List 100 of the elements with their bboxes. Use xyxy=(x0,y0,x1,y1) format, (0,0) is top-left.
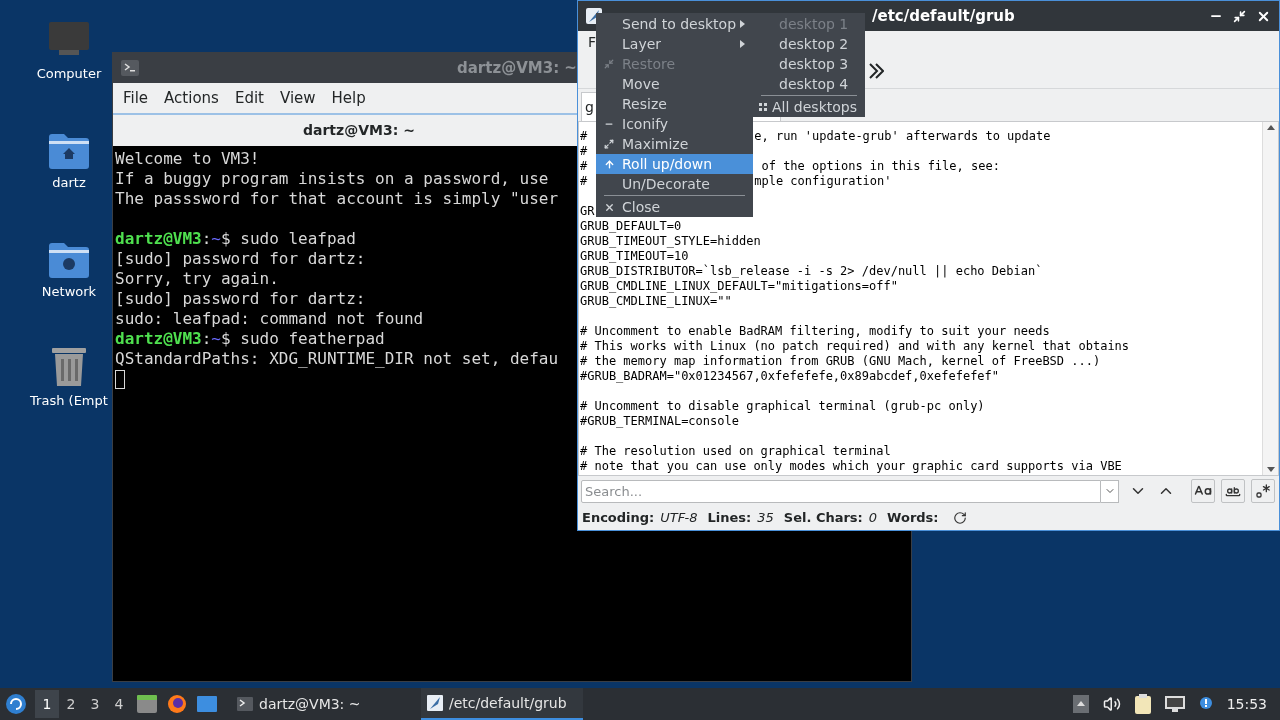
code-line: #GRUB_BADRAM="0x01234567,0xfefefefe,0x89abcdef,0xefefefef" xyxy=(580,369,1000,384)
terminal-line: Welcome to VM3! xyxy=(115,149,260,169)
menu-item[interactable]: Iconify xyxy=(596,114,753,134)
restore-icon xyxy=(604,59,614,69)
menu-item[interactable]: Resize xyxy=(596,94,753,114)
code-line: mple configuration' xyxy=(754,174,892,189)
code-line: GRUB_DISTRIBUTOR=`lsb_release -i -s 2> /dev/null || echo Debian` xyxy=(580,264,1043,279)
desktop-icon-label[interactable]: dartz xyxy=(52,173,86,193)
window-title: /etc/default/grub xyxy=(872,5,1015,27)
code-line: GRUB_CMDLINE_LINUX_DEFAULT="mitigations=off" xyxy=(580,279,898,294)
code-line: of the options in this file, see: xyxy=(760,159,1000,174)
menu-item[interactable]: File xyxy=(116,86,156,110)
network-folder-icon xyxy=(48,242,90,278)
workspace-button[interactable]: 2 xyxy=(59,690,83,718)
desktop-icon-label[interactable]: Trash (Empt xyxy=(30,391,108,411)
taskbar-task[interactable]: dartz@VM3: ~ xyxy=(231,688,421,720)
taskbar-task[interactable]: /etc/default/grub xyxy=(421,688,583,720)
search-field[interactable]: Search... xyxy=(581,479,1101,503)
menu-item[interactable]: Close xyxy=(596,197,753,217)
code-line: GR xyxy=(580,204,595,219)
menu-item[interactable]: Un/Decorate xyxy=(596,174,753,194)
code-line: # Uncomment to disable graphical terminal (grub-pc only) xyxy=(580,399,985,414)
firefox-icon[interactable] xyxy=(167,694,187,714)
code-line: GRUB_CMDLINE_LINUX="" xyxy=(580,294,732,309)
prompt-path: ~ xyxy=(211,229,221,249)
code-line: # xyxy=(580,144,588,159)
status-value: 0 xyxy=(868,509,878,528)
scroll-up-icon[interactable] xyxy=(1266,125,1275,130)
submenu-arrow-icon xyxy=(740,40,745,48)
menu-item[interactable]: Layer xyxy=(596,34,753,54)
tray-expand-icon[interactable] xyxy=(1072,695,1089,713)
status-label: Lines: xyxy=(707,509,752,528)
menu-item[interactable]: F xyxy=(588,31,597,53)
terminal-app-icon xyxy=(121,60,139,76)
menu-item[interactable]: Help xyxy=(324,86,373,110)
code-line: # xyxy=(580,159,588,174)
desktop-icon-label[interactable]: Network xyxy=(41,282,97,302)
clipboard-icon[interactable] xyxy=(1134,694,1151,714)
notification-icon[interactable] xyxy=(1198,696,1213,712)
status-label: Encoding: xyxy=(582,509,655,528)
vertical-scrollbar[interactable] xyxy=(1262,122,1278,475)
code-line: # The resolution used on graphical terminal xyxy=(580,444,891,459)
maximize-icon xyxy=(604,139,614,149)
refresh-icon[interactable] xyxy=(952,511,967,525)
menu-item[interactable]: View xyxy=(272,86,323,110)
menu-item[interactable]: Move xyxy=(596,74,753,94)
code-line: GRUB_DEFAULT=0 xyxy=(580,219,682,234)
menu-item[interactable]: Actions xyxy=(157,86,226,110)
volume-icon[interactable] xyxy=(1102,695,1121,713)
code-line: # xyxy=(580,174,588,189)
terminal-line: If a buggy program insists on a password, use xyxy=(115,169,549,189)
menu-item[interactable]: desktop 4 xyxy=(753,74,865,94)
menu-item[interactable]: Send to desktop xyxy=(596,14,753,34)
feather-icon xyxy=(427,695,443,711)
double-chevron-icon[interactable] xyxy=(868,61,884,80)
code-line: #GRUB_TERMINAL=console xyxy=(580,414,739,429)
monitor-icon[interactable] xyxy=(1164,696,1185,712)
terminal-icon xyxy=(237,697,253,711)
terminal-command: $ sudo featherpad xyxy=(221,329,385,349)
start-menu-icon[interactable] xyxy=(5,693,27,715)
code-line: # the memory map information from GRUB (GNU Mach, kernel of FreeBSD ...) xyxy=(580,354,1101,369)
terminal-line: sudo: leafpad: command not found xyxy=(115,309,424,329)
code-line: # xyxy=(580,129,588,144)
menu-item[interactable]: desktop 2 xyxy=(753,34,865,54)
status-label: Words: xyxy=(887,509,939,528)
terminal-line: [sudo] password for dartz: xyxy=(115,289,366,309)
workspace-button[interactable]: 1 xyxy=(35,690,59,718)
regex-icon xyxy=(1255,483,1271,499)
home-folder-icon xyxy=(48,133,90,169)
grid-icon xyxy=(758,103,767,111)
window-title: dartz@VM3: ~ xyxy=(457,57,577,79)
workspace-button[interactable]: 3 xyxy=(83,690,107,718)
close-icon xyxy=(603,201,615,213)
clock[interactable]: 15:53 xyxy=(1226,693,1267,715)
status-label: Sel. Chars: xyxy=(783,509,863,528)
prompt-user: dartz@VM3 xyxy=(115,229,202,249)
terminal-line: The passsword for that account is simply "user xyxy=(115,189,559,209)
prompt-user: dartz@VM3 xyxy=(115,329,202,349)
restore-icon[interactable] xyxy=(1233,9,1246,23)
code-line: GRUB_TIMEOUT=10 xyxy=(580,249,689,264)
terminal-line: [sudo] password for dartz: xyxy=(115,249,366,269)
prompt-separator: : xyxy=(201,329,212,349)
code-line: # note that you can use only modes which your graphic card supports via VBE xyxy=(580,459,1122,474)
workspace-button[interactable]: 4 xyxy=(107,690,131,718)
terminal-line: Sorry, try again. xyxy=(115,269,279,289)
desktop-icon-label[interactable]: Computer xyxy=(36,64,102,84)
submenu-arrow-icon xyxy=(740,20,745,28)
arrow-up-icon xyxy=(603,158,615,170)
code-line: # This works with Linux (no patch required) and with any kernel that obtains xyxy=(580,339,1130,354)
status-value: UTF-8 xyxy=(660,509,698,528)
terminal-command: $ sudo leafpad xyxy=(221,229,356,249)
trash-can-icon xyxy=(51,345,87,387)
menu-item[interactable]: desktop 3 xyxy=(753,54,865,74)
regex-button[interactable] xyxy=(1251,479,1275,503)
match-case-button[interactable] xyxy=(1191,479,1215,503)
scroll-down-icon[interactable] xyxy=(1266,467,1275,472)
text-cursor xyxy=(115,369,125,389)
code-line: # Uncomment to enable BadRAM filtering, modify to suit your needs xyxy=(580,324,1050,339)
whole-word-button[interactable] xyxy=(1221,479,1245,503)
menu-item[interactable]: Edit xyxy=(227,86,271,110)
